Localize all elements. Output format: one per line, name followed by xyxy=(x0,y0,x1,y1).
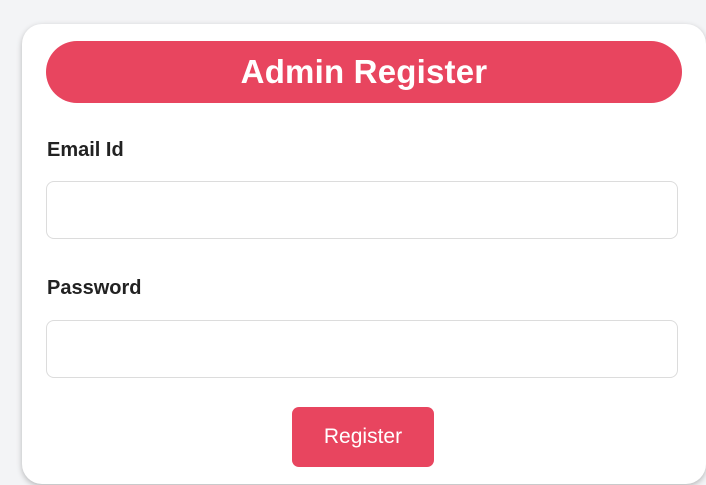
password-field[interactable] xyxy=(46,320,678,378)
password-label: Password xyxy=(47,277,142,299)
register-button[interactable]: Register xyxy=(292,407,434,467)
email-label: Email Id xyxy=(47,139,124,161)
page-background: Admin Register Email Id Password Registe… xyxy=(0,0,706,485)
email-field[interactable] xyxy=(46,181,678,239)
form-title: Admin Register xyxy=(46,41,682,103)
register-card: Admin Register Email Id Password Registe… xyxy=(22,24,706,484)
